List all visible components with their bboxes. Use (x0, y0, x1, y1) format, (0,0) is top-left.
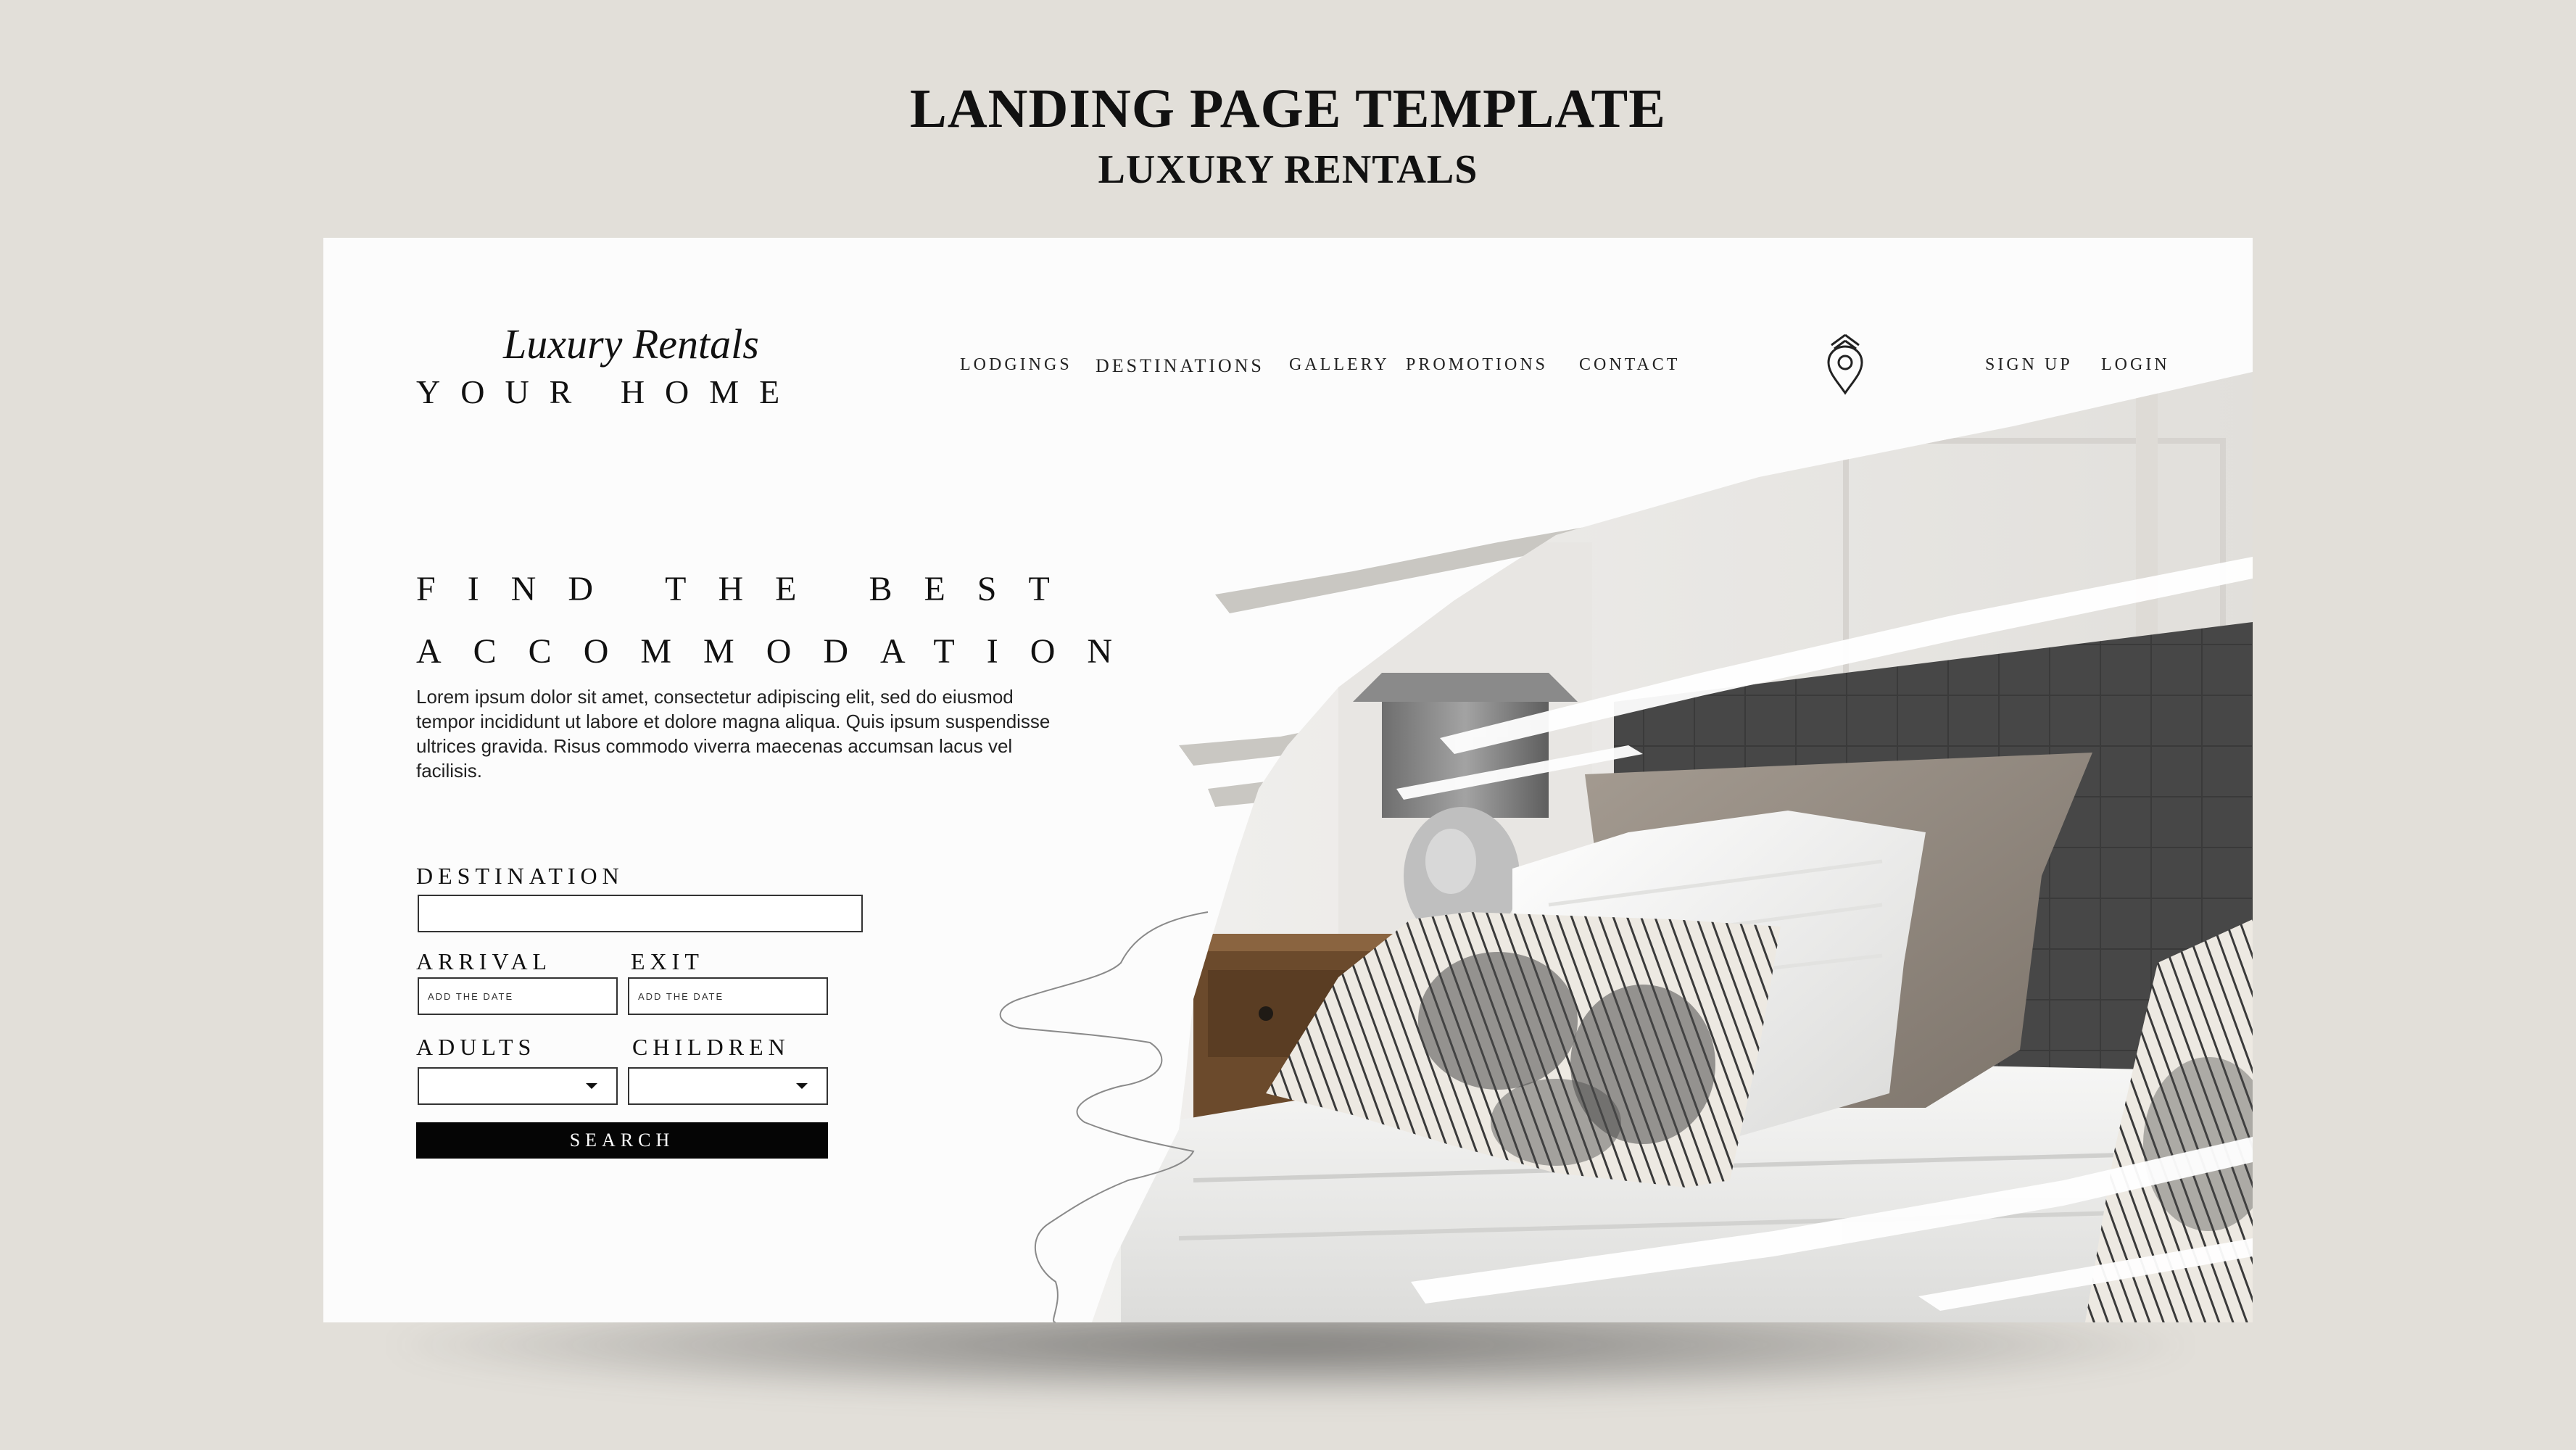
adults-select[interactable] (418, 1067, 618, 1105)
sign-up-link[interactable]: SIGN UP (1985, 355, 2073, 375)
destination-label: DESTINATION (416, 863, 624, 889)
arrival-label: ARRIVAL (416, 948, 552, 974)
hero-heading-line-1: FIND THE BEST (416, 570, 1082, 608)
exit-date-input[interactable] (628, 977, 828, 1015)
location-pin-icon[interactable] (1824, 331, 1866, 396)
caret-down-icon (796, 1083, 808, 1089)
nav-item-destinations[interactable]: DESTINATIONS (1096, 355, 1264, 377)
template-title: LANDING PAGE TEMPLATE (910, 78, 1666, 139)
nav-item-promotions[interactable]: PROMOTIONS (1406, 355, 1548, 375)
destination-input[interactable] (418, 895, 863, 932)
children-label: CHILDREN (632, 1034, 790, 1060)
arrival-date-input[interactable] (418, 977, 618, 1015)
caret-down-icon (586, 1083, 597, 1089)
hero-heading: FIND THE BEST ACCOMMODATION (416, 558, 1141, 683)
exit-label: EXIT (631, 948, 704, 974)
landing-page-mockup: Luxury Rentals YOUR HOME LODGINGS DESTIN… (323, 238, 2253, 1322)
children-select[interactable] (628, 1067, 828, 1105)
nav-item-gallery[interactable]: GALLERY (1289, 355, 1390, 375)
brand-logo[interactable]: Luxury Rentals YOUR HOME (416, 323, 808, 410)
hero-description: Lorem ipsum dolor sit amet, consectetur … (416, 686, 1051, 782)
adults-label: ADULTS (416, 1034, 537, 1060)
nav-item-lodgings[interactable]: LODGINGS (960, 355, 1072, 375)
login-link[interactable]: LOGIN (2101, 355, 2170, 375)
logo-main-text: YOUR HOME (416, 373, 800, 410)
search-button[interactable]: SEARCH (416, 1122, 828, 1159)
hero-heading-line-2: ACCOMMODATION (416, 632, 1145, 671)
template-subtitle: LUXURY RENTALS (1098, 147, 1478, 192)
logo-script-text: Luxury Rentals (503, 320, 759, 368)
nav-item-contact[interactable]: CONTACT (1579, 355, 1680, 375)
